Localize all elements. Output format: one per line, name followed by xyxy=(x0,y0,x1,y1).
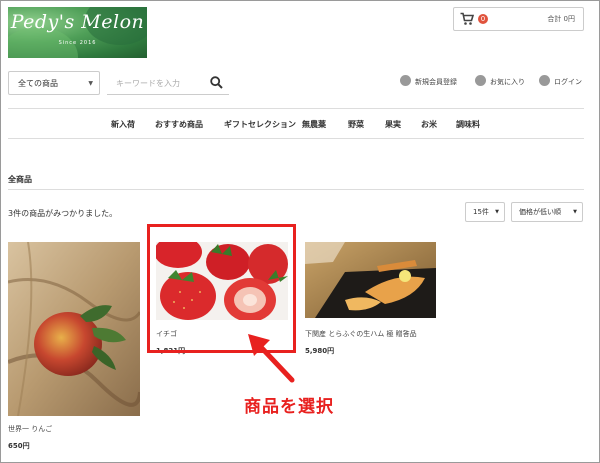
cart-button[interactable]: 0 合計 0円 xyxy=(453,7,584,31)
user-icon xyxy=(400,75,411,86)
favorites-label: お気に入り xyxy=(490,78,525,86)
heart-icon xyxy=(475,75,486,86)
annotation-label: 商品を選択 xyxy=(244,397,334,417)
category-select[interactable]: 全ての商品 ▼ xyxy=(8,71,100,95)
nav-item-recommended[interactable]: おすすめ商品 xyxy=(155,119,203,130)
chevron-down-icon: ▼ xyxy=(495,209,499,215)
product-image-fugu-ham[interactable] xyxy=(305,242,436,318)
cart-total: 合計 0円 xyxy=(547,15,575,23)
nav-item-fruits[interactable]: 果実 xyxy=(385,119,401,130)
site-logo[interactable]: Pedy's Melon Since 2016 xyxy=(8,7,147,58)
search-icon[interactable] xyxy=(210,76,223,89)
fugu-ham-illustration xyxy=(305,242,436,318)
search-box[interactable]: キーワードを入力 xyxy=(107,71,229,95)
nav-item-rice[interactable]: お米 xyxy=(421,119,437,130)
nav-item-organic[interactable]: 無農薬 xyxy=(302,119,326,130)
chevron-down-icon: ▼ xyxy=(573,209,577,215)
apple-illustration xyxy=(8,242,140,416)
section-title: 全商品 xyxy=(8,175,32,184)
search-input[interactable]: キーワードを入力 xyxy=(116,78,180,89)
cart-icon xyxy=(460,12,474,25)
divider xyxy=(8,108,584,109)
nav-item-seasonings[interactable]: 調味料 xyxy=(456,119,480,130)
login-label: ログイン xyxy=(554,78,582,86)
product-image-apple[interactable] xyxy=(8,242,140,416)
divider xyxy=(8,138,584,139)
per-page-value: 15件 xyxy=(473,208,489,216)
lock-icon xyxy=(539,75,550,86)
annotation-arrow-icon xyxy=(248,334,295,383)
sort-select[interactable]: 価格が低い順 ▼ xyxy=(511,202,583,222)
logo-title: Pedy's Melon xyxy=(10,11,145,33)
nav-item-new[interactable]: 新入荷 xyxy=(111,119,135,130)
product-price: 650円 xyxy=(8,442,30,450)
per-page-select[interactable]: 15件 ▼ xyxy=(465,202,505,222)
cart-count-badge: 0 xyxy=(478,14,488,24)
category-select-value: 全ての商品 xyxy=(18,79,58,88)
logo-subtitle: Since 2016 xyxy=(58,40,97,46)
product-name[interactable]: 世界一 りんご xyxy=(8,424,52,434)
result-count: 3件の商品がみつかりました。 xyxy=(8,209,118,218)
product-name[interactable]: 下関産 とらふぐの生ハム 極 贈答品 xyxy=(305,329,417,339)
divider xyxy=(8,189,584,190)
sort-value: 価格が低い順 xyxy=(519,208,561,216)
chevron-down-icon: ▼ xyxy=(88,80,93,87)
nav-item-vegetables[interactable]: 野菜 xyxy=(348,119,364,130)
nav-item-gift[interactable]: ギフトセレクション xyxy=(224,119,296,130)
register-label: 新規会員登録 xyxy=(415,78,457,86)
